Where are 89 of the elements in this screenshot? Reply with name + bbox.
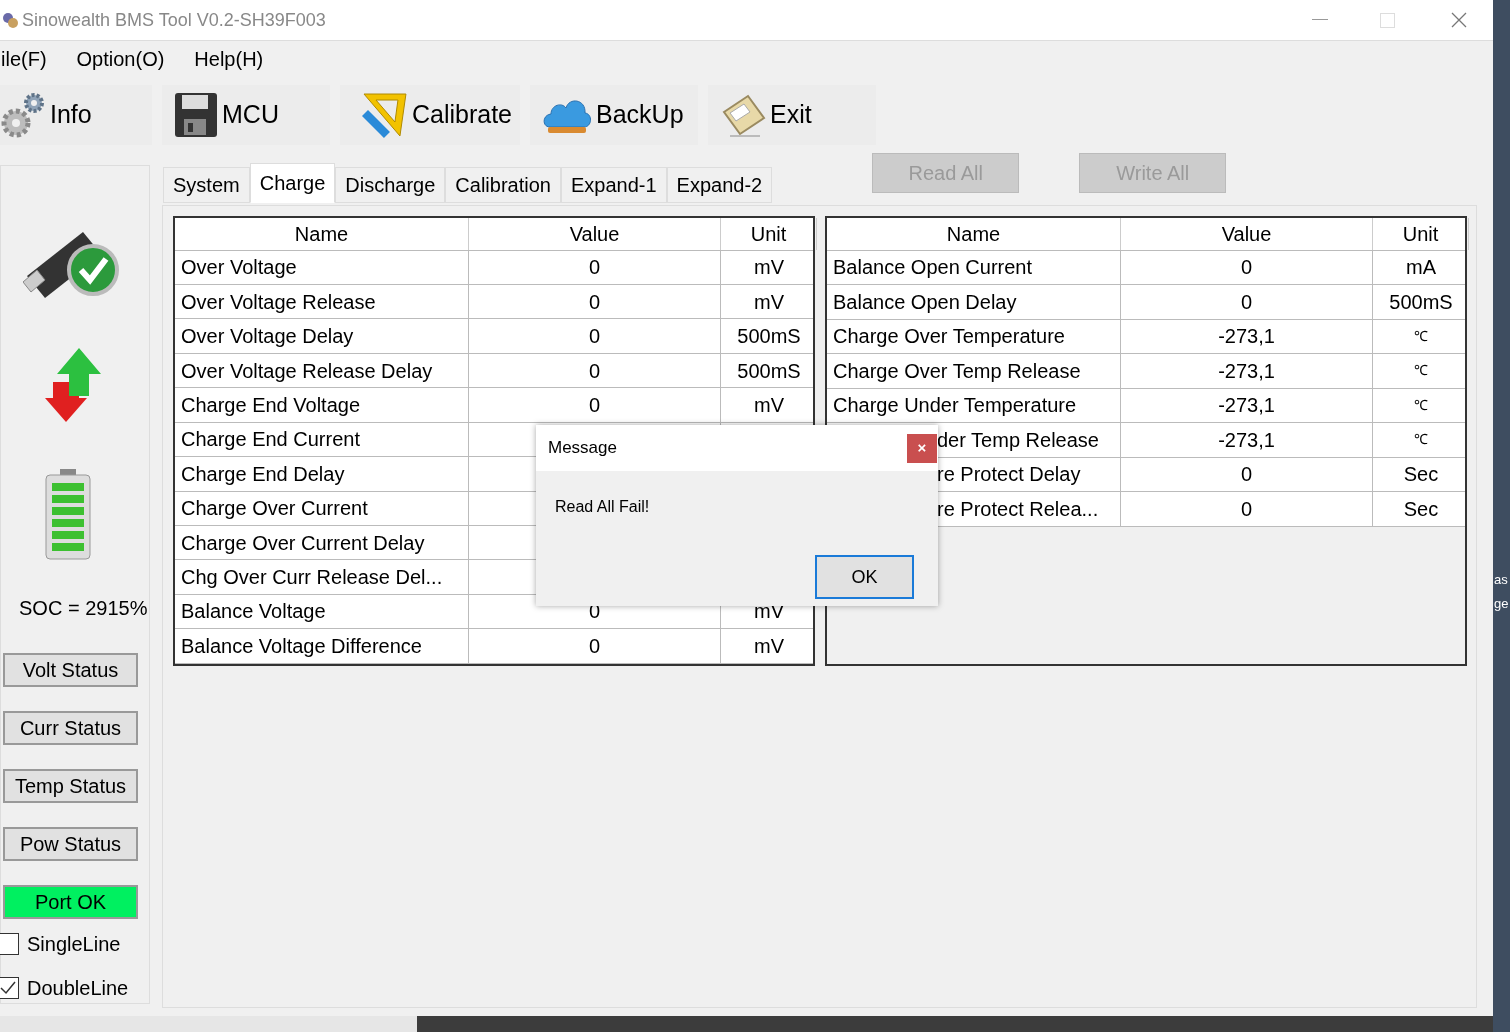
table-cell: Charge End Voltage — [175, 388, 469, 422]
table-cell: 0 — [469, 250, 721, 284]
table-cell: 0 — [469, 353, 721, 388]
table-cell: Over Voltage Release Delay — [175, 353, 469, 388]
table-cell-text: ℃ — [1413, 395, 1429, 415]
toolbar-button[interactable]: BackUp — [530, 85, 698, 145]
table-cell: -273,1 — [1121, 319, 1373, 354]
table-cell: 0 — [1121, 492, 1373, 526]
table-cell: 0 — [1121, 285, 1373, 319]
table-cell: Balance Voltage — [175, 594, 469, 629]
battery-icon — [45, 468, 91, 561]
column-header: Name — [827, 217, 1121, 250]
status-button[interactable]: Temp Status — [3, 768, 138, 803]
table-cell: 0 — [469, 629, 721, 663]
up-down-arrows-icon — [45, 347, 101, 424]
desktop-text: ge — [1494, 595, 1509, 613]
tab[interactable]: Calibration — [445, 166, 561, 203]
soc-label: SOC = 2915% — [19, 595, 148, 621]
window-title: Sinowealth BMS Tool V0.2-SH39F003 — [22, 8, 326, 32]
table-cell: -273,1 — [1121, 388, 1373, 423]
table-cell: Over Voltage Delay — [175, 319, 469, 353]
table-cell-text: ℃ — [1413, 430, 1429, 450]
table-cell-text: Sec — [1402, 462, 1440, 488]
column-header: Name — [175, 217, 469, 250]
table-cell-text: Sec — [1402, 496, 1440, 522]
toolbar-button[interactable]: Calibrate — [340, 85, 520, 145]
minimize-icon[interactable] — [1312, 19, 1328, 22]
checkbox-label: SingleLine — [27, 931, 121, 957]
tab[interactable]: Discharge — [335, 166, 446, 203]
menu-item[interactable]: Option(O) — [76, 44, 165, 75]
status-button[interactable]: Curr Status — [3, 710, 138, 745]
app-icon — [1, 11, 19, 30]
status-button[interactable]: Pow Status — [3, 826, 138, 861]
checkbox[interactable] — [0, 976, 19, 999]
toolbar-button[interactable]: Info — [0, 85, 152, 145]
column-header: Unit — [721, 217, 817, 250]
table-cell: 0 — [469, 285, 721, 319]
table-cell: 0 — [469, 319, 721, 353]
close-button[interactable]: × — [907, 433, 937, 463]
column-header: Value — [1121, 217, 1373, 250]
table-cell: Charge Over Current — [175, 491, 469, 525]
table-cell-text: ℃ — [1413, 326, 1429, 346]
table-cell: 0 — [469, 388, 721, 422]
table-cell: Balance Voltage Difference — [175, 629, 469, 663]
table-cell: Charge End Current — [175, 422, 469, 457]
table-cell-text: 500mS — [736, 358, 802, 384]
menu-item[interactable]: ile(F) — [1, 44, 47, 75]
table-cell-text: mV — [753, 392, 785, 418]
port-status-button[interactable]: Port OK — [3, 884, 138, 919]
table-cell: -273,1 — [1121, 423, 1373, 457]
table-cell: Balance Open Delay — [827, 285, 1121, 319]
table-cell: Balance Open Current — [827, 250, 1121, 285]
tab[interactable]: System — [163, 166, 250, 203]
dialog-title: Message — [548, 437, 617, 460]
desktop-text: as — [1494, 571, 1508, 589]
table-cell: Over Voltage — [175, 250, 469, 284]
table-cell: Charge Over Temperature — [827, 319, 1121, 354]
toolbar-button[interactable]: MCU — [162, 85, 330, 145]
table-cell-text: mA — [1405, 255, 1437, 281]
table-cell: Charge Under Temperature — [827, 388, 1121, 423]
table-cell-text: 500mS — [736, 324, 802, 350]
table-cell: Charge Over Current Delay — [175, 525, 469, 560]
table-cell: Charge Over Temp Release — [827, 354, 1121, 388]
table-cell-text: ℃ — [1413, 361, 1429, 381]
column-header: Unit — [1373, 217, 1469, 250]
tab[interactable]: Expand-2 — [666, 166, 773, 203]
dialog-message: Read All Fail! — [555, 497, 651, 517]
menu-item[interactable]: Help(H) — [194, 44, 264, 75]
checkbox[interactable] — [0, 932, 19, 955]
table-cell-text: 500mS — [1388, 289, 1454, 315]
ok-button[interactable]: OK — [815, 555, 914, 599]
table-cell: Over Voltage Release — [175, 285, 469, 319]
tab[interactable]: Expand-1 — [560, 166, 667, 203]
checkbox-label: DoubleLine — [27, 975, 129, 1001]
tab[interactable]: Charge — [249, 162, 336, 203]
table-cell: -273,1 — [1121, 354, 1373, 388]
close-icon[interactable] — [1451, 12, 1467, 29]
table-cell-text: mV — [753, 289, 785, 315]
table-cell: 0 — [1121, 457, 1373, 492]
column-header: Value — [469, 217, 721, 250]
table-cell: Charge End Delay — [175, 457, 469, 491]
table-cell: Chg Over Curr Release Del... — [175, 560, 469, 594]
gear-icon — [0, 90, 46, 139]
table-cell-text: mV — [753, 633, 785, 659]
status-button[interactable]: Volt Status — [3, 652, 138, 687]
table-cell: 0 — [1121, 250, 1373, 285]
ruler-triangle-icon — [360, 91, 408, 138]
toolbar-button[interactable]: Exit — [708, 85, 876, 145]
table-cell-text: mV — [753, 255, 785, 281]
